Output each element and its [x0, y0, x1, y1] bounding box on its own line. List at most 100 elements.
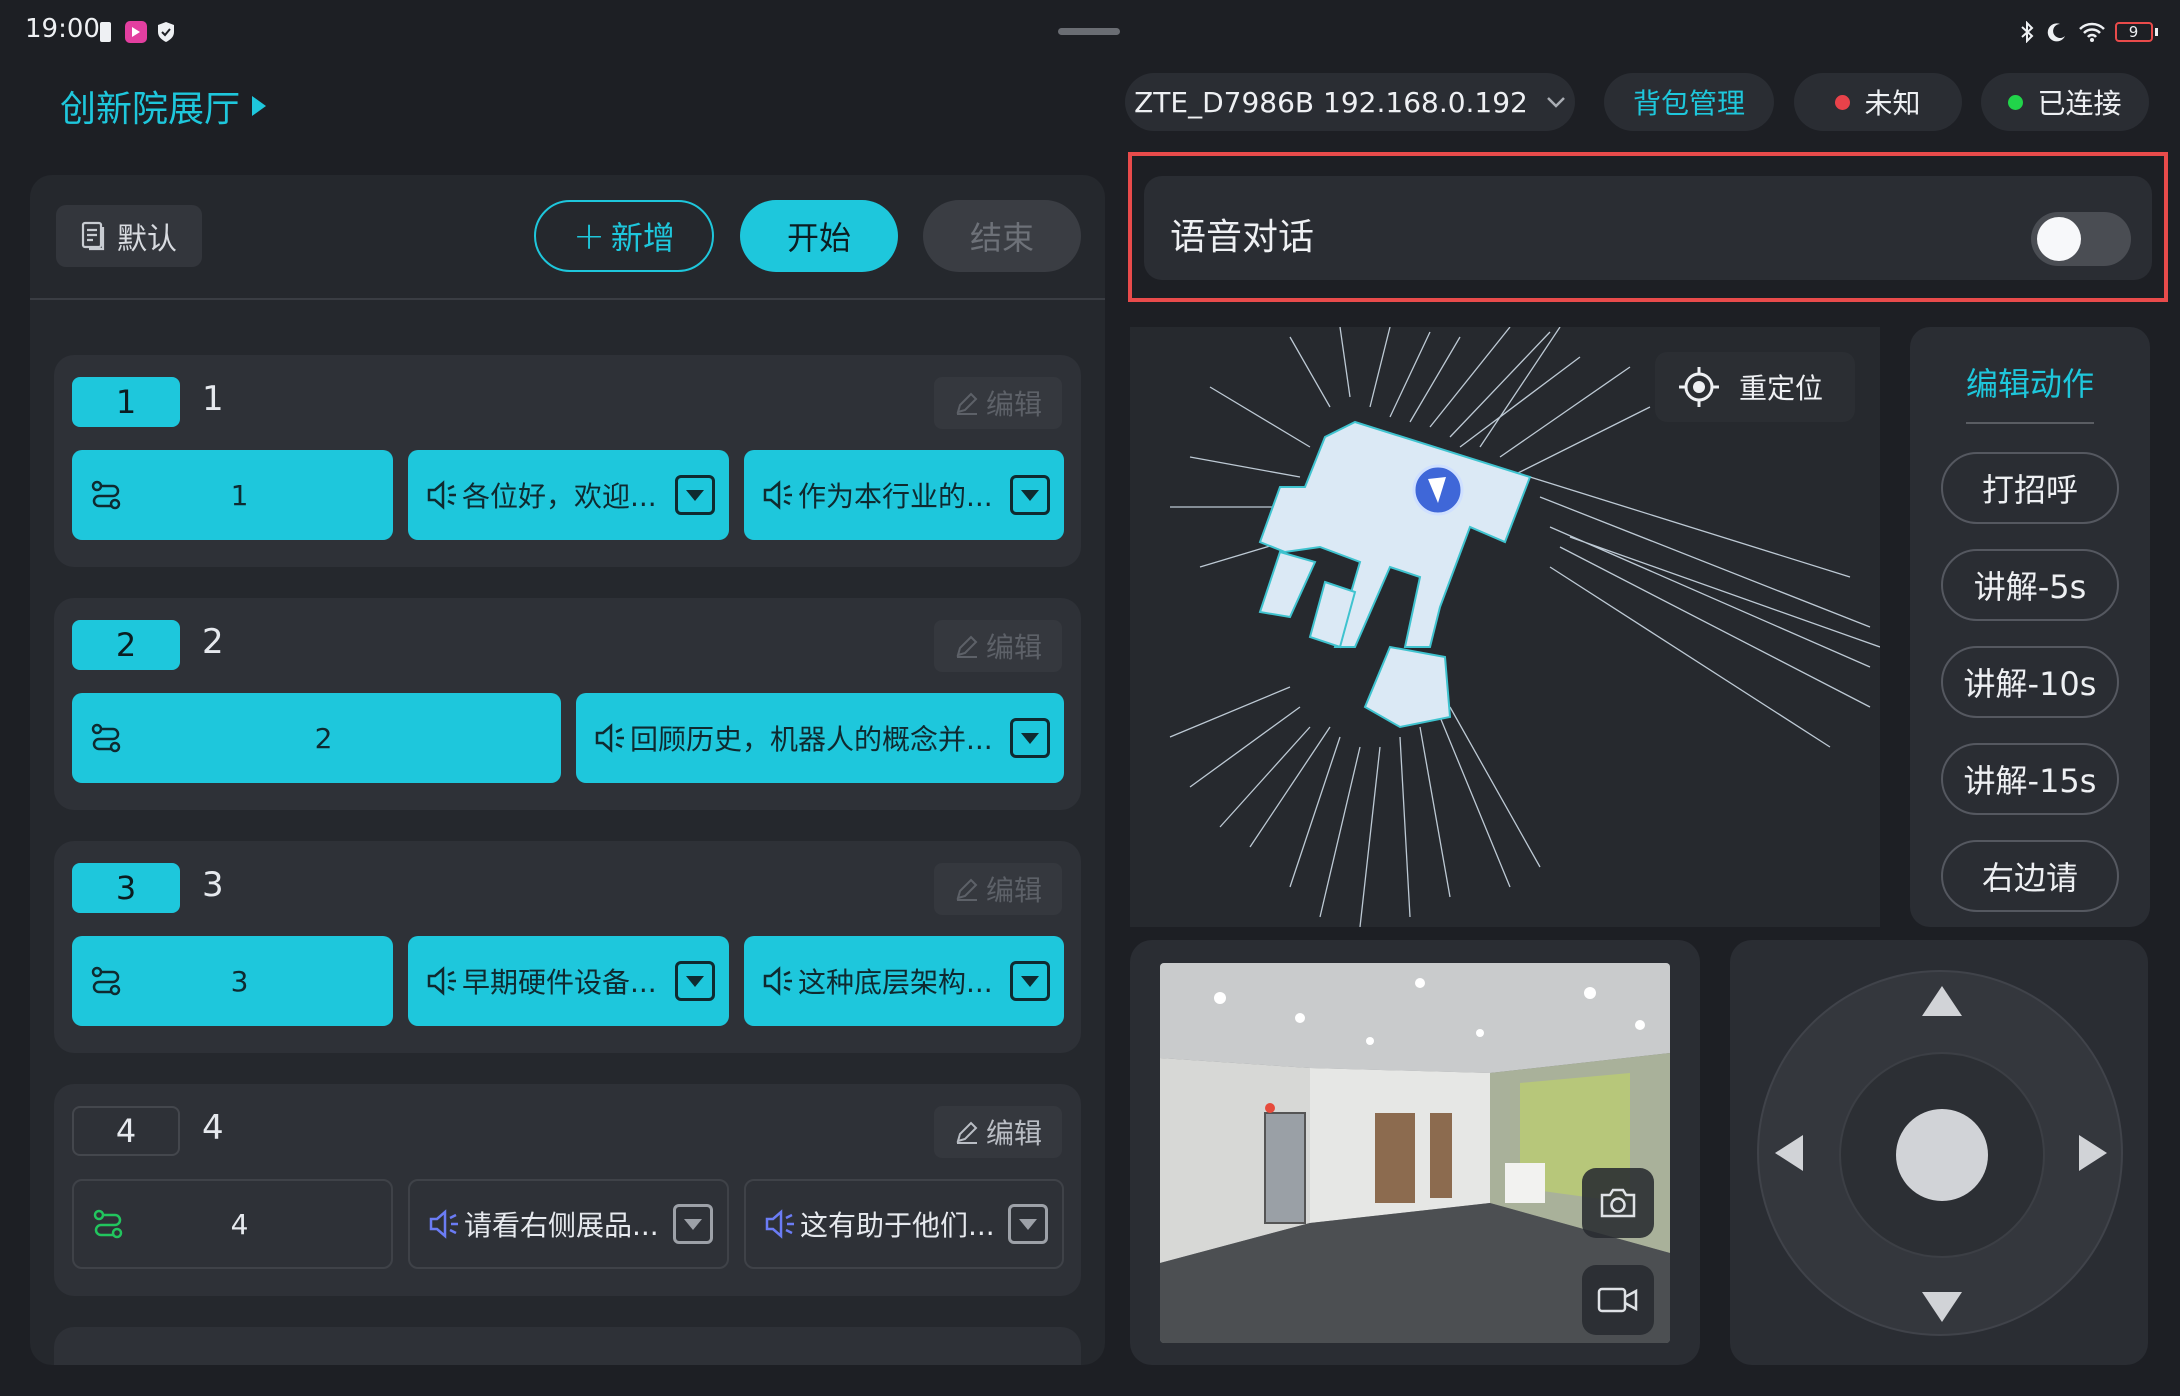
- edit-label: 编辑: [985, 874, 1042, 907]
- edit-button[interactable]: 编辑: [934, 863, 1062, 915]
- arrow-down-icon[interactable]: [1922, 1292, 1962, 1322]
- status-connected: 已连接: [1981, 73, 2149, 131]
- edit-button[interactable]: 编辑: [934, 620, 1062, 672]
- relocate-button[interactable]: 重定位: [1655, 352, 1855, 422]
- pencil-icon: [956, 878, 978, 901]
- network-label: ZTE_D7986B 192.168.0.192: [1134, 85, 1528, 119]
- battery-icon: 9: [2114, 20, 2158, 44]
- joystick-panel: [1730, 940, 2148, 1365]
- action-button-right-please[interactable]: 右边请: [1941, 840, 2119, 912]
- backpack-label: 背包管理: [1632, 87, 1745, 120]
- dropdown-icon[interactable]: [675, 961, 715, 1001]
- venue-selector[interactable]: 创新院展厅: [60, 80, 267, 132]
- pencil-icon: [956, 635, 978, 658]
- add-button[interactable]: + 新增: [534, 200, 714, 272]
- edit-actions-title[interactable]: 编辑动作: [1910, 359, 2150, 405]
- speech-chip[interactable]: 早期硬件设备...: [408, 936, 729, 1026]
- relocate-label: 重定位: [1739, 372, 1824, 405]
- joystick-ring: [1839, 1052, 2045, 1258]
- crosshair-icon: [1679, 367, 1719, 407]
- step-title: 2: [202, 622, 224, 662]
- route-label: 2: [314, 721, 333, 755]
- arrow-left-icon[interactable]: [1775, 1135, 1803, 1171]
- action-button-explain-15s[interactable]: 讲解-15s: [1941, 743, 2119, 815]
- edit-button[interactable]: 编辑: [934, 377, 1062, 429]
- action-button-greet[interactable]: 打招呼: [1941, 452, 2119, 524]
- drag-handle[interactable]: [1058, 28, 1120, 35]
- video-app-icon: [124, 20, 148, 44]
- status-time: 19:00: [25, 14, 100, 44]
- speech-chip[interactable]: 各位好，欢迎...: [408, 450, 729, 540]
- document-icon: [81, 221, 105, 251]
- camera-panel: [1130, 940, 1700, 1365]
- route-icon: [88, 1204, 128, 1244]
- speech-chip[interactable]: 回顾历史，机器人的概念并...: [576, 693, 1064, 783]
- speech-text: 作为本行业的...: [798, 480, 993, 513]
- route-label: 1: [230, 478, 249, 512]
- joystick-knob[interactable]: [1896, 1109, 1988, 1201]
- pencil-icon: [956, 392, 978, 415]
- arrow-up-icon[interactable]: [1922, 986, 1962, 1016]
- venue-name: 创新院展厅: [60, 89, 241, 130]
- action-button-explain-5s[interactable]: 讲解-5s: [1941, 549, 2119, 621]
- tour-card-2: 2 2 编辑 2 回顾历史，机器人的概念并...: [54, 598, 1081, 810]
- route-chip[interactable]: 4: [72, 1179, 393, 1269]
- arrow-right-icon[interactable]: [2079, 1135, 2107, 1171]
- joystick-pad[interactable]: [1757, 970, 2123, 1336]
- add-label: 新增: [610, 219, 675, 257]
- dropdown-icon[interactable]: [1008, 1204, 1048, 1244]
- dropdown-icon[interactable]: [1010, 718, 1050, 758]
- default-label: 默认: [117, 222, 177, 257]
- dropdown-icon[interactable]: [675, 475, 715, 515]
- divider: [30, 298, 1105, 300]
- edit-label: 编辑: [985, 1117, 1042, 1150]
- dropdown-icon[interactable]: [1010, 475, 1050, 515]
- video-camera-icon: [1597, 1287, 1638, 1313]
- route-chip[interactable]: 2: [72, 693, 561, 783]
- dropdown-icon[interactable]: [673, 1204, 713, 1244]
- sim-icon: [98, 20, 112, 44]
- route-label: 3: [230, 964, 249, 998]
- end-button[interactable]: 结束: [923, 200, 1081, 272]
- speech-chip[interactable]: 请看右侧展品...: [408, 1179, 729, 1269]
- step-title: 1: [202, 379, 224, 419]
- voice-dialog-highlight: 语音对话: [1128, 152, 2168, 302]
- title-underline: [1966, 422, 2094, 424]
- edit-button[interactable]: 编辑: [934, 1106, 1062, 1158]
- battery-level: 9: [2114, 22, 2153, 42]
- bluetooth-icon: [2017, 20, 2037, 44]
- route-icon: [86, 961, 126, 1001]
- speech-text: 这有助于他们...: [800, 1209, 995, 1242]
- record-button[interactable]: [1582, 1265, 1654, 1335]
- speaker-icon: [422, 475, 462, 515]
- speech-chip[interactable]: 这有助于他们...: [744, 1179, 1064, 1269]
- speech-text: 请看右侧展品...: [464, 1209, 659, 1242]
- snapshot-button[interactable]: [1582, 1168, 1654, 1238]
- start-button[interactable]: 开始: [740, 200, 898, 272]
- pencil-icon: [956, 1121, 978, 1144]
- speech-chip[interactable]: 作为本行业的...: [744, 450, 1064, 540]
- route-chip[interactable]: 3: [72, 936, 393, 1026]
- voice-dialog-toggle[interactable]: [2031, 212, 2131, 266]
- speaker-icon: [422, 961, 462, 1001]
- network-dropdown[interactable]: ZTE_D7986B 192.168.0.192: [1125, 73, 1575, 131]
- speech-chip[interactable]: 这种底层架构...: [744, 936, 1064, 1026]
- status-unknown: 未知: [1794, 73, 1962, 131]
- status-connected-label: 已连接: [2037, 87, 2122, 120]
- tour-card-3: 3 3 编辑 3 早期硬件设备... 这种底层架构...: [54, 841, 1081, 1053]
- route-chip[interactable]: 1: [72, 450, 393, 540]
- speech-text: 早期硬件设备...: [462, 966, 657, 999]
- edit-label: 编辑: [985, 631, 1042, 664]
- route-icon: [86, 718, 126, 758]
- wifi-icon: [2077, 20, 2107, 44]
- actions-panel: 编辑动作 打招呼 讲解-5s 讲解-10s 讲解-15s 右边请: [1910, 327, 2150, 927]
- speech-text: 回顾历史，机器人的概念并...: [630, 723, 993, 756]
- default-template-button[interactable]: 默认: [56, 205, 202, 267]
- dropdown-icon[interactable]: [1010, 961, 1050, 1001]
- backpack-button[interactable]: 背包管理: [1604, 73, 1774, 131]
- speaker-icon: [424, 1204, 464, 1244]
- plus-icon: +: [573, 214, 605, 258]
- toggle-knob: [2037, 217, 2081, 261]
- action-button-explain-10s[interactable]: 讲解-10s: [1941, 646, 2119, 718]
- step-badge: 4: [72, 1106, 180, 1156]
